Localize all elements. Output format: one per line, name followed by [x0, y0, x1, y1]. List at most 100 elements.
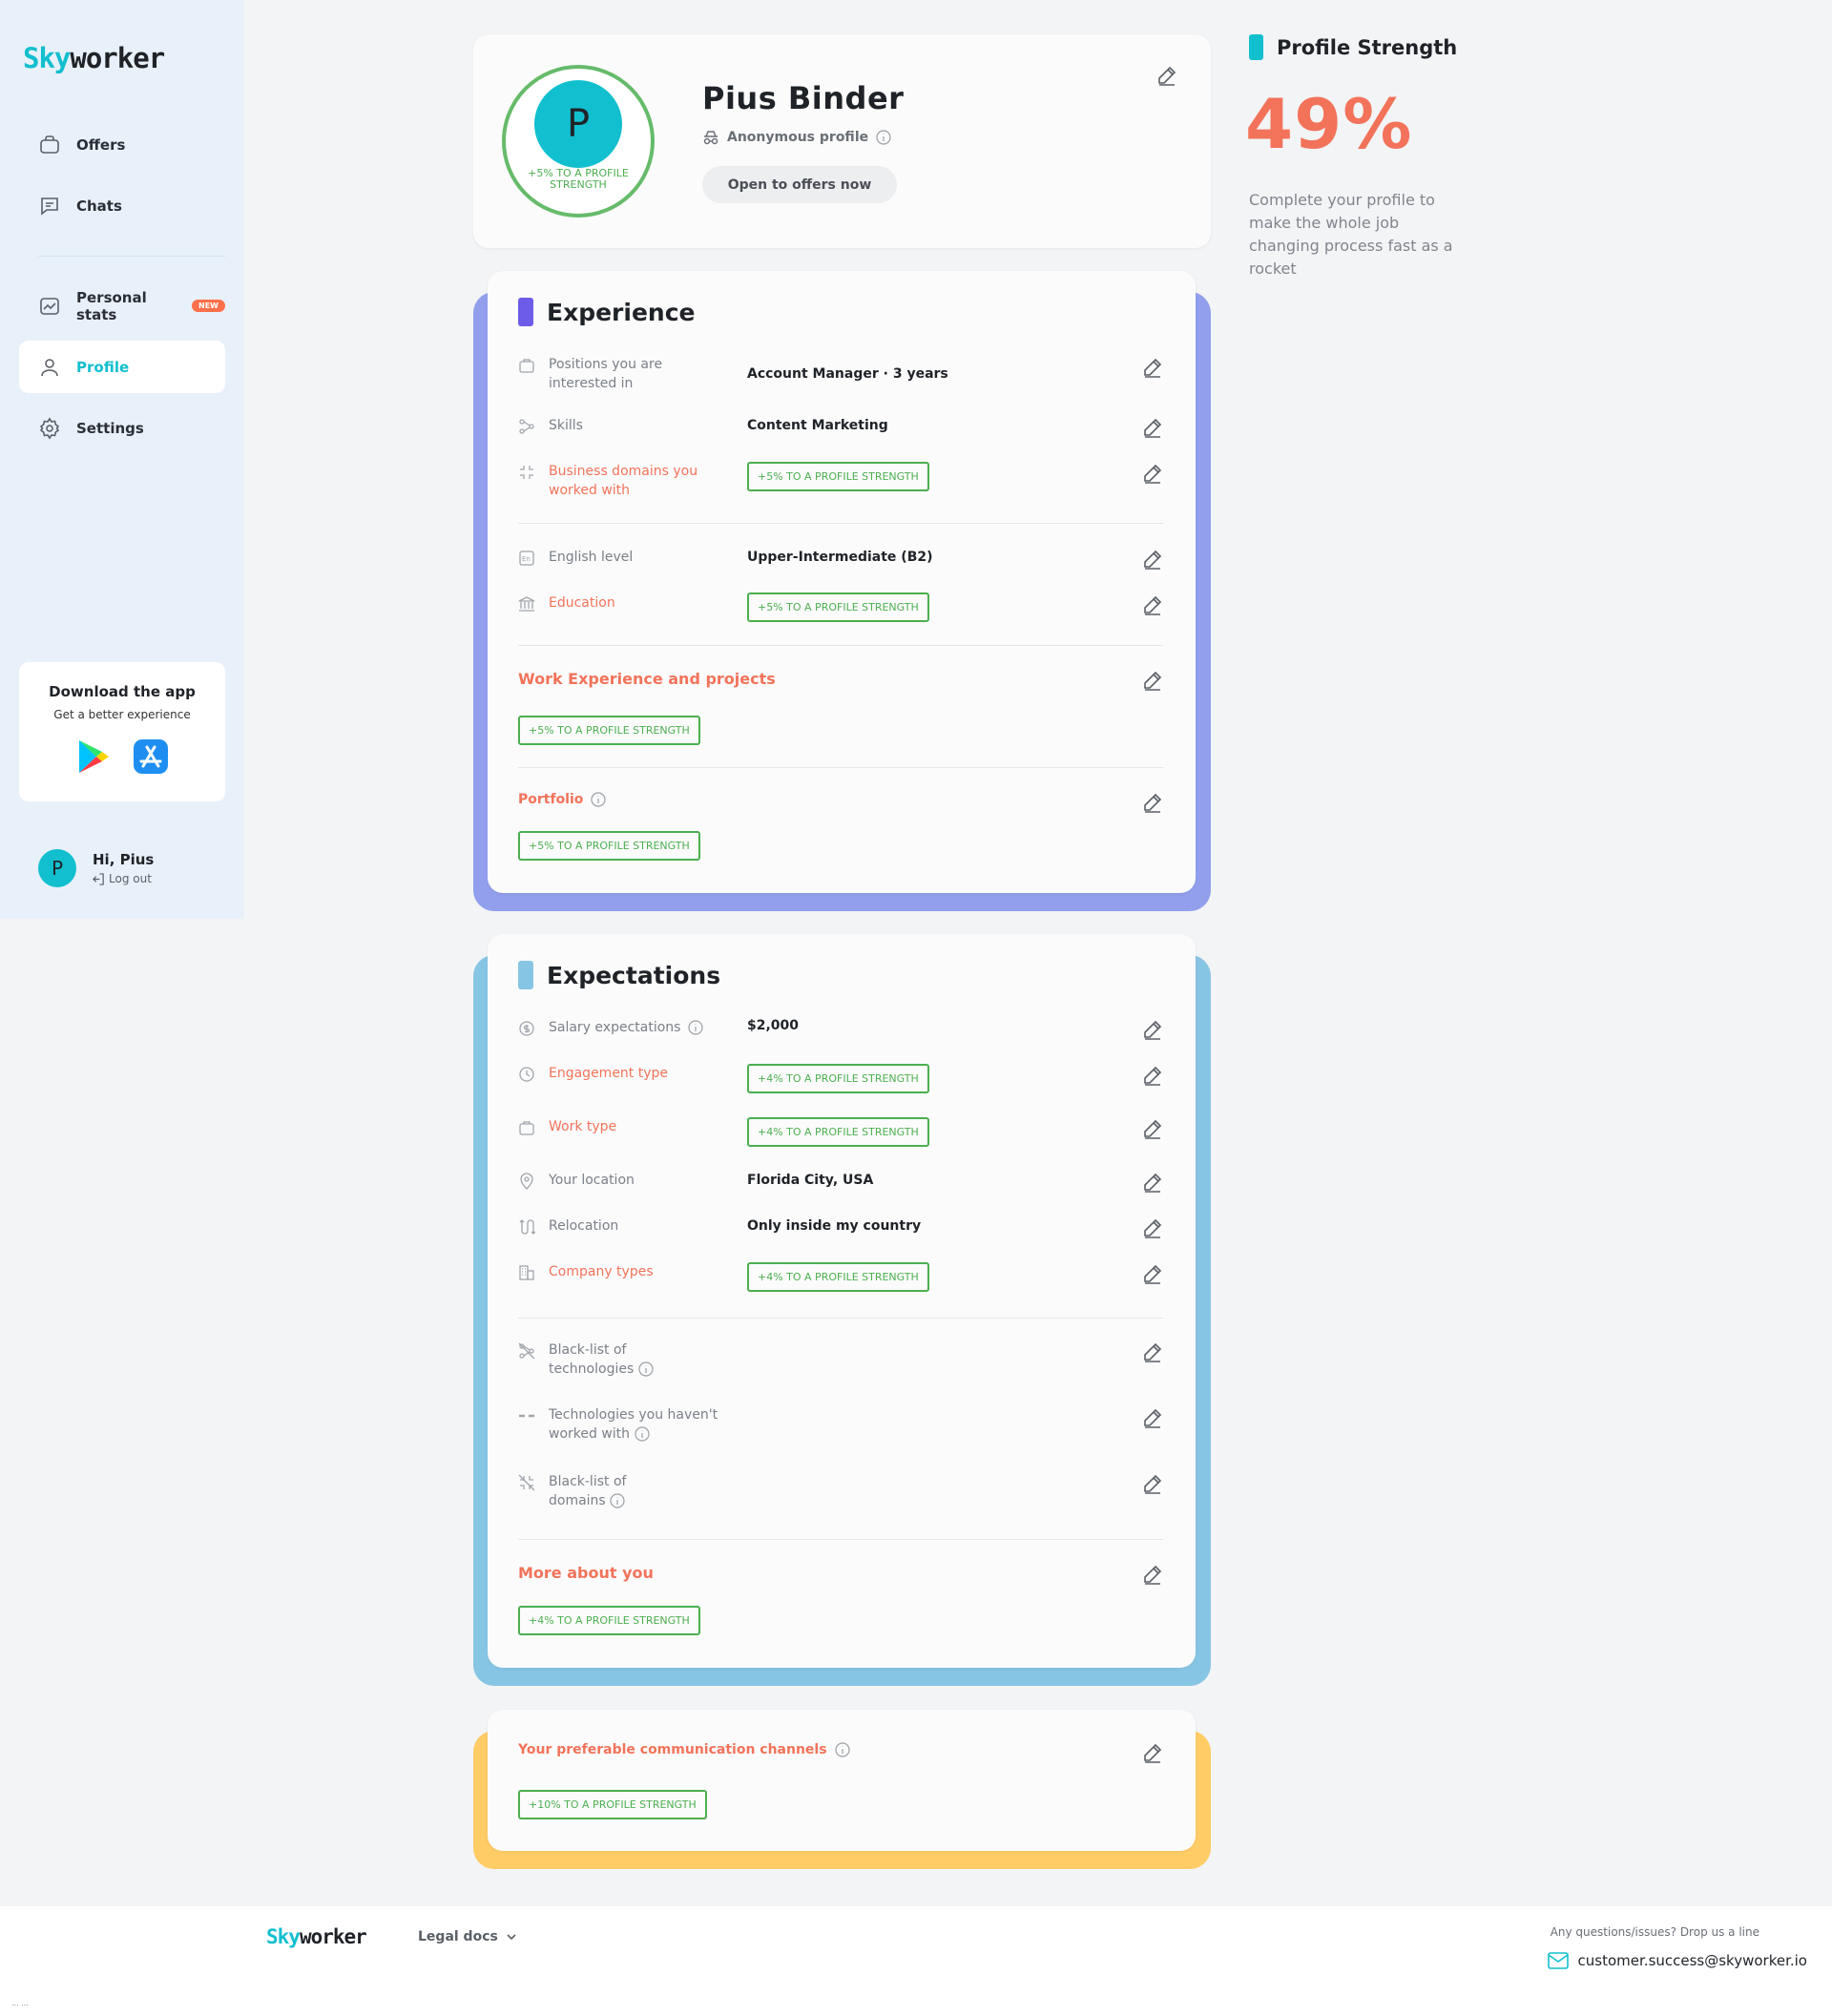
money-icon — [519, 1021, 534, 1036]
strength-chip[interactable]: +5% TO A PROFILE STRENGTH — [747, 462, 929, 491]
edit-icon[interactable] — [1142, 1172, 1163, 1193]
divider — [518, 1318, 1163, 1319]
profile-strength-title: Profile Strength — [1277, 35, 1458, 59]
edit-icon[interactable] — [1142, 1019, 1163, 1040]
edit-icon[interactable] — [1142, 463, 1163, 484]
education-label: Education — [549, 595, 615, 611]
expectations-card: Expectations Salary expectations $2,000 … — [488, 934, 1196, 1668]
sidebar-item-personal-stats[interactable]: Personal stats NEW — [19, 280, 225, 332]
edit-icon[interactable] — [1142, 357, 1163, 378]
logout-label: Log out — [109, 872, 152, 885]
info-icon[interactable] — [591, 792, 607, 807]
strength-chip[interactable]: +5% TO A PROFILE STRENGTH — [518, 831, 700, 861]
relocation-label: Relocation — [549, 1218, 619, 1234]
expectations-title-text: Expectations — [547, 961, 721, 989]
edit-icon[interactable] — [1142, 1742, 1163, 1763]
sidebar-item-profile[interactable]: Profile — [19, 341, 225, 393]
portfolio-label: Portfolio — [518, 792, 584, 807]
svg-text:En: En — [522, 555, 531, 563]
building-icon — [519, 1265, 534, 1280]
edit-icon[interactable] — [1142, 1564, 1163, 1585]
communication-section: Your preferable communication channels +… — [473, 1710, 1211, 1869]
salary-label: Salary expectations — [549, 1018, 704, 1037]
dash-icon — [519, 1414, 534, 1418]
location-label: Your location — [549, 1173, 635, 1188]
edit-icon[interactable] — [1142, 1065, 1163, 1086]
logo-sky: Sky — [266, 1925, 301, 1948]
edit-icon[interactable] — [1142, 1473, 1163, 1494]
info-icon[interactable] — [634, 1426, 650, 1442]
stats-icon — [40, 297, 59, 315]
strength-chip[interactable]: +5% TO A PROFILE STRENGTH — [747, 592, 929, 622]
logout-button[interactable]: Log out — [93, 872, 154, 885]
edit-icon[interactable] — [1142, 594, 1163, 615]
profile-card: P +5% TO A PROFILE STRENGTH Pius Binder … — [473, 34, 1211, 248]
communication-card: Your preferable communication channels +… — [488, 1710, 1196, 1851]
edit-icon[interactable] — [1142, 1263, 1163, 1284]
footer-dots: ... ... — [11, 1999, 29, 2007]
edit-icon[interactable] — [1142, 792, 1163, 813]
divider — [518, 1539, 1163, 1540]
sidebar-item-label: Settings — [76, 419, 144, 437]
sidebar-item-chats[interactable]: Chats — [19, 179, 225, 232]
profile-strength-description: Complete your profile to make the whole … — [1249, 191, 1453, 278]
strength-chip[interactable]: +4% TO A PROFILE STRENGTH — [747, 1117, 929, 1147]
info-icon[interactable] — [638, 1361, 654, 1377]
company-types-label: Company types — [549, 1264, 654, 1279]
info-icon[interactable] — [876, 130, 891, 145]
info-icon[interactable] — [688, 1020, 704, 1035]
communication-label: Your preferable communication channels — [518, 1742, 827, 1757]
positions-label: Positions you are interested in — [549, 357, 663, 391]
strength-chip[interactable]: +10% TO A PROFILE STRENGTH — [518, 1790, 707, 1819]
app-store-icon[interactable] — [133, 738, 169, 775]
location-pin-icon — [520, 1173, 533, 1190]
salary-label-text: Salary expectations — [549, 1020, 681, 1035]
legal-docs-dropdown[interactable]: Legal docs — [418, 1929, 517, 1944]
support-email-link[interactable]: customer.success@skyworker.io — [1547, 1952, 1807, 1969]
positions-value: Account Manager · 3 years — [747, 366, 948, 382]
open-to-offers-button[interactable]: Open to offers now — [702, 166, 897, 203]
sidebar-item-offers[interactable]: Offers — [19, 118, 225, 171]
google-play-icon[interactable] — [75, 738, 112, 775]
edit-icon[interactable] — [1142, 417, 1163, 438]
avatar[interactable]: P — [38, 849, 76, 887]
support-email: customer.success@skyworker.io — [1577, 1952, 1807, 1969]
footer-logo[interactable]: Skyworker — [266, 1925, 367, 1948]
info-icon[interactable] — [610, 1493, 625, 1508]
blocked-domains-icon — [518, 1474, 535, 1491]
divider — [518, 767, 1163, 768]
edit-icon[interactable] — [1156, 65, 1177, 86]
briefcase-icon — [519, 1121, 534, 1135]
edit-icon[interactable] — [1142, 1118, 1163, 1139]
experience-section: Experience Positions you are interested … — [473, 271, 1211, 911]
download-app-card: Download the app Get a better experience — [19, 662, 225, 801]
engagement-type-label: Engagement type — [549, 1066, 669, 1081]
sidebar-item-settings[interactable]: Settings — [19, 402, 225, 454]
briefcase-icon — [40, 135, 59, 154]
edit-icon[interactable] — [1142, 1341, 1163, 1362]
anonymous-profile: Anonymous profile — [702, 130, 891, 145]
strength-chip[interactable]: +4% TO A PROFILE STRENGTH — [518, 1606, 700, 1635]
not-worked-technologies-label: Technologies you haven't worked with — [549, 1405, 720, 1444]
strength-chip[interactable]: +5% TO A PROFILE STRENGTH — [518, 716, 700, 745]
edit-icon[interactable] — [1142, 1217, 1163, 1238]
profile-avatar: P — [534, 80, 622, 168]
logo-worker: worker — [299, 1925, 367, 1948]
skyworker-logo[interactable]: Skyworker — [23, 42, 165, 74]
edit-icon[interactable] — [1142, 670, 1163, 691]
chat-icon — [41, 197, 58, 216]
edit-icon[interactable] — [1142, 1407, 1163, 1428]
edit-icon[interactable] — [1142, 549, 1163, 570]
incognito-icon — [703, 131, 718, 145]
strength-chip[interactable]: +4% TO A PROFILE STRENGTH — [747, 1064, 929, 1093]
profile-photo-ring[interactable]: P +5% TO A PROFILE STRENGTH — [502, 65, 655, 218]
blacklist-technologies-label: Black-list of technologies — [549, 1341, 711, 1379]
support-prompt: Any questions/issues? Drop us a line — [1550, 1925, 1759, 1939]
expectations-title: Expectations — [518, 961, 720, 989]
strength-chip[interactable]: +4% TO A PROFILE STRENGTH — [747, 1262, 929, 1292]
info-icon[interactable] — [834, 1742, 850, 1757]
mail-icon — [1547, 1952, 1569, 1969]
sidebar-divider — [38, 256, 225, 257]
blacklist-technologies-text: Black-list of technologies — [549, 1342, 635, 1377]
experience-title-text: Experience — [547, 298, 696, 326]
